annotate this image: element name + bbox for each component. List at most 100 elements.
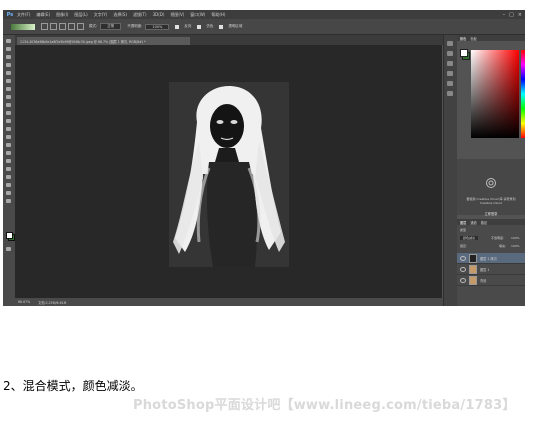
paragraph-panel-icon[interactable] [447,81,453,86]
step-caption: 2、混合模式，颜色减淡。 [3,379,143,393]
opacity-field[interactable]: 100% [145,23,170,30]
libraries-message: 要使用 Creative Cloud 库,请登录到 Creative Cloud [466,197,516,205]
layer-row[interactable]: 图层 1 [457,264,525,275]
transparency-label: 透明区域 [228,24,243,28]
panel-foreground-swatch[interactable] [460,49,468,57]
right-panels: 颜色 色板 要使用 Creative Cloud 库,请登录到 Creative… [457,35,525,306]
menu-window[interactable]: 窗口(W) [190,12,205,18]
crop-tool-icon[interactable] [6,71,11,75]
brush-tool-icon[interactable] [6,95,11,99]
blend-mode-select[interactable]: 颜色减淡 [460,236,479,240]
menu-type[interactable]: 文字(Y) [94,12,108,18]
layer-filter-select[interactable]: 类型 [460,228,466,232]
quick-select-tool-icon[interactable] [6,63,11,67]
menu-image[interactable]: 图像(I) [56,12,68,18]
menu-view[interactable]: 视图(V) [170,12,184,18]
zoom-level[interactable]: 66.67% [18,300,30,304]
brush-panel-icon[interactable] [447,91,453,96]
lasso-tool-icon[interactable] [6,55,11,59]
layer-row[interactable]: 背景 [457,275,525,286]
shape-tool-icon[interactable] [6,175,11,179]
angle-gradient-icon[interactable] [59,23,66,30]
layer-opacity-label: 不透明度: [491,236,505,240]
fill-field[interactable]: 100% [511,244,520,248]
stamp-tool-icon[interactable] [6,103,11,107]
blur-tool-icon[interactable] [6,135,11,139]
zoom-tool-icon[interactable] [6,191,11,195]
character-panel-icon[interactable] [447,71,453,76]
maximize-button[interactable]: □ [509,12,514,18]
creative-cloud-icon [486,178,496,188]
watermark: PhotoShop平面设计吧【www.lineeg.com/tieba/1783… [133,398,516,413]
menu-3d[interactable]: 3D(D) [153,12,165,17]
reverse-checkbox[interactable] [175,24,180,29]
layer-opacity-field[interactable]: 100% [511,236,520,240]
tab-channels[interactable]: 通道 [470,220,476,225]
layer-name: 图层 1 [480,267,490,272]
eyedropper-tool-icon[interactable] [6,79,11,83]
canvas-area[interactable] [15,45,442,298]
menu-file[interactable]: 文件(F) [17,12,30,18]
photoshop-logo: Ps [6,11,14,18]
mode-label: 模式: [89,24,98,28]
menu-filter[interactable]: 滤镜(T) [133,12,147,18]
tab-paths[interactable]: 路径 [481,220,487,225]
tab-color[interactable]: 颜色 [460,36,466,41]
more-tools-icon[interactable] [6,199,11,203]
adjustments-panel-icon[interactable] [447,61,453,66]
path-select-tool-icon[interactable] [6,167,11,171]
layers-panel-header: 图层 通道 路径 [457,219,525,225]
visibility-eye-icon[interactable] [460,277,466,283]
close-button[interactable]: × [518,12,522,18]
document-canvas[interactable] [169,82,289,267]
document-tab[interactable]: 1134-4036a98b0e1a8f2e5b99@0f48c30.jpeg @… [17,37,190,45]
healing-tool-icon[interactable] [6,87,11,91]
mode-select[interactable]: 正常 [100,23,122,30]
diamond-gradient-icon[interactable] [77,23,84,30]
marquee-tool-icon[interactable] [6,47,11,51]
foreground-color-swatch[interactable] [6,232,13,239]
photoshop-screenshot: Ps 文件(F) 编辑(E) 图像(I) 图层(L) 文字(Y) 选择(S) 滤… [3,10,525,306]
panel-icon-strip [443,35,457,306]
pen-tool-icon[interactable] [6,151,11,155]
gradient-tool-icon[interactable] [6,127,11,131]
transparency-checkbox[interactable] [219,24,224,29]
menu-layer[interactable]: 图层(L) [74,12,87,18]
type-tool-icon[interactable] [6,159,11,163]
visibility-eye-icon[interactable] [460,266,466,272]
linear-gradient-icon[interactable] [41,23,48,30]
dither-checkbox[interactable] [197,24,202,29]
menu-bar: Ps 文件(F) 编辑(E) 图像(I) 图层(L) 文字(Y) 选择(S) 滤… [3,10,525,19]
color-field[interactable] [471,50,519,138]
tab-layers[interactable]: 图层 [460,220,466,225]
gradient-preview[interactable] [11,23,35,30]
sign-in-link[interactable]: 立即登录 [465,211,517,216]
layer-thumbnail [469,264,477,274]
inverted-portrait-image [169,82,289,267]
eraser-tool-icon[interactable] [6,119,11,123]
window-controls: – □ × [503,10,522,19]
hue-slider[interactable] [521,50,525,138]
dodge-tool-icon[interactable] [6,143,11,147]
quick-mask-icon[interactable] [6,247,11,251]
reflected-gradient-icon[interactable] [68,23,75,30]
hand-tool-icon[interactable] [6,183,11,187]
history-brush-tool-icon[interactable] [6,111,11,115]
menu-edit[interactable]: 编辑(E) [36,12,50,18]
lock-label: 锁定: [460,244,468,248]
history-panel-icon[interactable] [447,41,453,46]
minimize-button[interactable]: – [503,12,506,18]
layer-thumbnail [469,253,477,263]
properties-panel-icon[interactable] [447,51,453,56]
layer-row[interactable]: 图层 1 拷贝 [457,253,525,264]
move-tool-icon[interactable] [6,39,11,43]
tab-swatches[interactable]: 色板 [470,36,476,41]
visibility-eye-icon[interactable] [460,255,466,261]
menu-help[interactable]: 帮助(H) [211,12,225,18]
menu-select[interactable]: 选择(S) [113,12,127,18]
document-size: 文档:2.25M/6.61M [38,300,67,305]
radial-gradient-icon[interactable] [50,23,57,30]
color-panel-header: 颜色 色板 [457,35,525,41]
opacity-label: 不透明度: [127,24,143,28]
fill-label: 填充: [499,244,507,248]
